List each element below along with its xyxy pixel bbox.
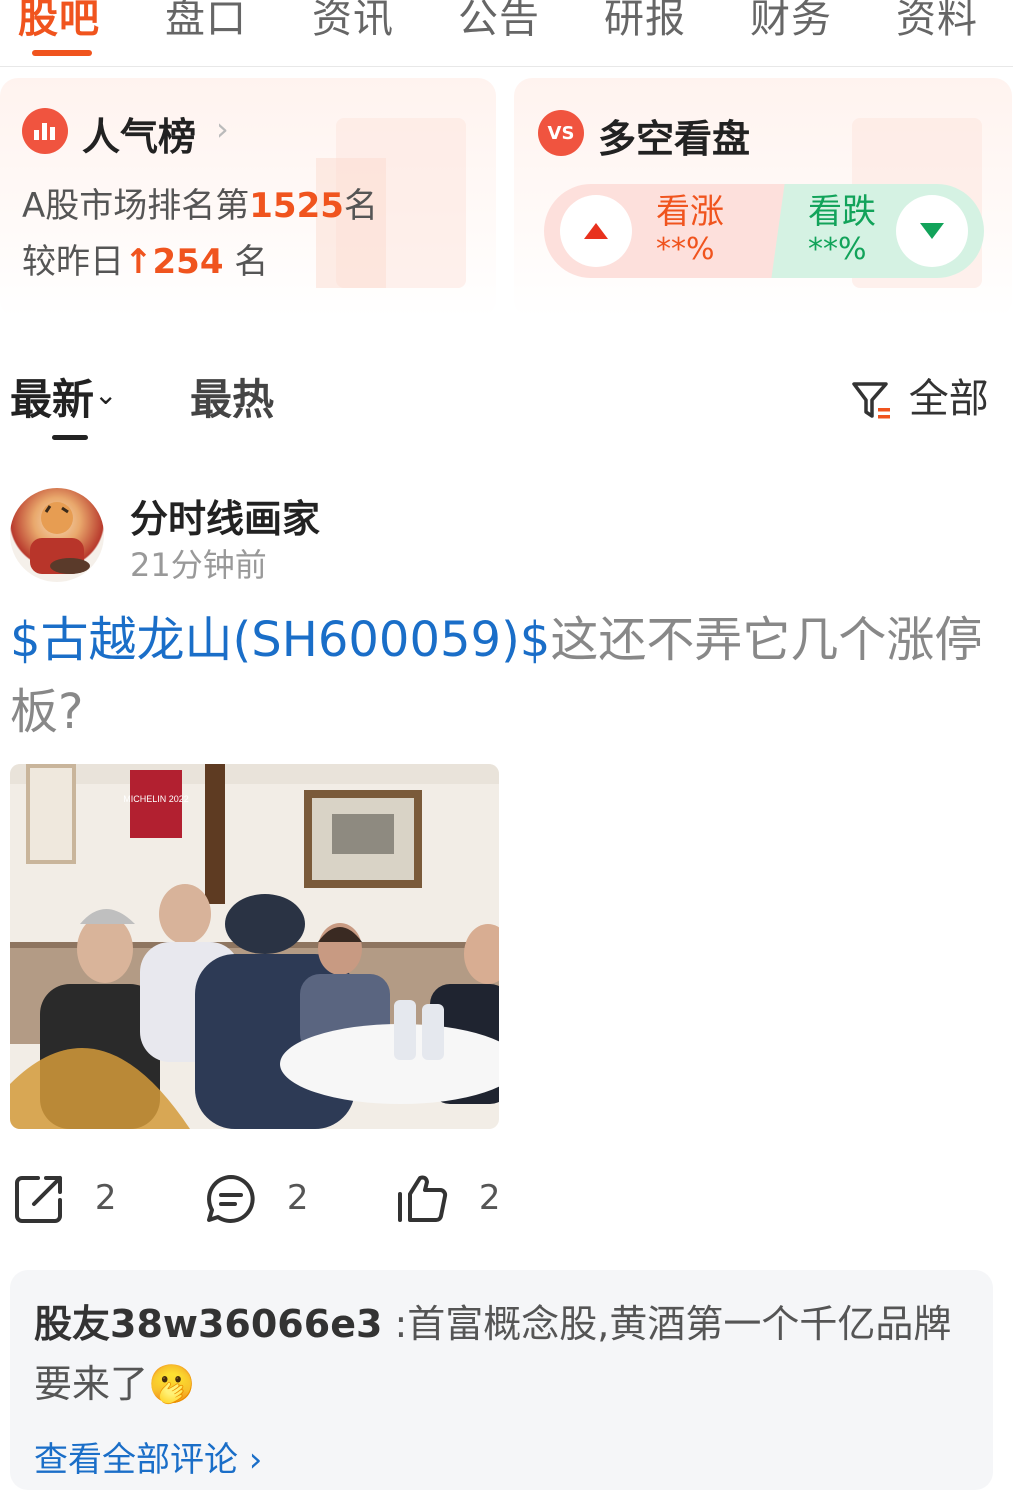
triangle-up-icon bbox=[584, 223, 608, 239]
tab-announcements[interactable]: 公告 bbox=[458, 0, 540, 44]
share-count: 2 bbox=[94, 1177, 117, 1218]
avatar[interactable] bbox=[10, 488, 104, 582]
rank-change: 较昨日↑254 名 bbox=[22, 242, 269, 282]
tab-guba[interactable]: 股吧 bbox=[18, 0, 100, 44]
vote-down-button[interactable] bbox=[896, 195, 968, 267]
top-tab-bar: 股吧 盘口 资讯 公告 研报 财务 资料 bbox=[0, 0, 1013, 67]
bull-bear-card: VS 多空看盘 看涨 **% 看跌 **% bbox=[514, 78, 1012, 318]
sort-latest-tab[interactable]: 最新⌄ bbox=[10, 366, 117, 427]
comment-item: 股友38w36066e3 :首富概念股,黄酒第一个千亿品牌要来了🫢 bbox=[34, 1302, 952, 1406]
vs-icon: VS bbox=[538, 110, 584, 156]
bullish-label: 看涨 bbox=[656, 192, 724, 232]
comment-count: 2 bbox=[286, 1177, 309, 1218]
filter-label: 全部 bbox=[908, 376, 989, 422]
share-icon bbox=[15, 1176, 62, 1223]
comment-user[interactable]: 股友38w36066e3 bbox=[34, 1302, 382, 1346]
post-time: 21分钟前 bbox=[130, 546, 267, 584]
like-count: 2 bbox=[478, 1177, 501, 1218]
vote-bar: 看涨 **% 看跌 **% bbox=[544, 184, 984, 278]
tab-pankou[interactable]: 盘口 bbox=[165, 0, 247, 44]
thumbs-up-icon bbox=[398, 1175, 448, 1222]
bull-bear-title: 多空看盘 bbox=[598, 117, 751, 161]
vote-up-button[interactable] bbox=[560, 195, 632, 267]
tab-news[interactable]: 资讯 bbox=[312, 0, 394, 44]
popularity-card[interactable]: 人气榜 › A股市场排名第1525名 较昨日↑254 名 bbox=[0, 78, 496, 318]
sort-hot-tab[interactable]: 最热 bbox=[190, 366, 274, 427]
market-rank: A股市场排名第1525名 bbox=[22, 186, 378, 226]
filter-button[interactable]: 全部 bbox=[850, 366, 989, 424]
share-button[interactable]: 2 bbox=[12, 1172, 116, 1226]
see-all-comments-link[interactable]: 查看全部评论 › bbox=[34, 1432, 262, 1481]
tab-finance[interactable]: 财务 bbox=[750, 0, 832, 44]
arrow-up-icon: ↑ bbox=[124, 242, 153, 282]
bar-chart-icon bbox=[22, 108, 68, 154]
chevron-down-icon: ⌄ bbox=[94, 378, 118, 411]
popularity-title: 人气榜 bbox=[82, 115, 197, 159]
tab-research[interactable]: 研报 bbox=[604, 0, 686, 44]
post-content[interactable]: $古越龙山(SH600059)$这还不弄它几个涨停板? bbox=[10, 604, 1000, 748]
sort-tab-indicator bbox=[52, 435, 88, 440]
comment-icon bbox=[207, 1175, 255, 1223]
like-button[interactable]: 2 bbox=[396, 1172, 500, 1226]
triangle-down-icon bbox=[920, 223, 944, 239]
tab-profile[interactable]: 资料 bbox=[896, 0, 978, 44]
post-photo[interactable]: MICHELIN 2022 bbox=[10, 764, 499, 1129]
comment-preview[interactable]: 股友38w36066e3 :首富概念股,黄酒第一个千亿品牌要来了🫢 查看全部评论… bbox=[10, 1270, 993, 1490]
bearish-label: 看跌 bbox=[808, 192, 876, 232]
active-tab-indicator bbox=[32, 50, 92, 56]
bearish-percent: **% bbox=[808, 232, 867, 267]
svg-text:MICHELIN 2022: MICHELIN 2022 bbox=[123, 794, 189, 804]
stock-link[interactable]: $古越龙山(SH600059)$ bbox=[10, 612, 550, 668]
comment-button[interactable]: 2 bbox=[204, 1172, 308, 1226]
chevron-right-icon: › bbox=[216, 110, 229, 148]
post-author[interactable]: 分时线画家 bbox=[130, 488, 320, 543]
filter-icon bbox=[852, 382, 890, 419]
bullish-percent: **% bbox=[656, 232, 715, 267]
